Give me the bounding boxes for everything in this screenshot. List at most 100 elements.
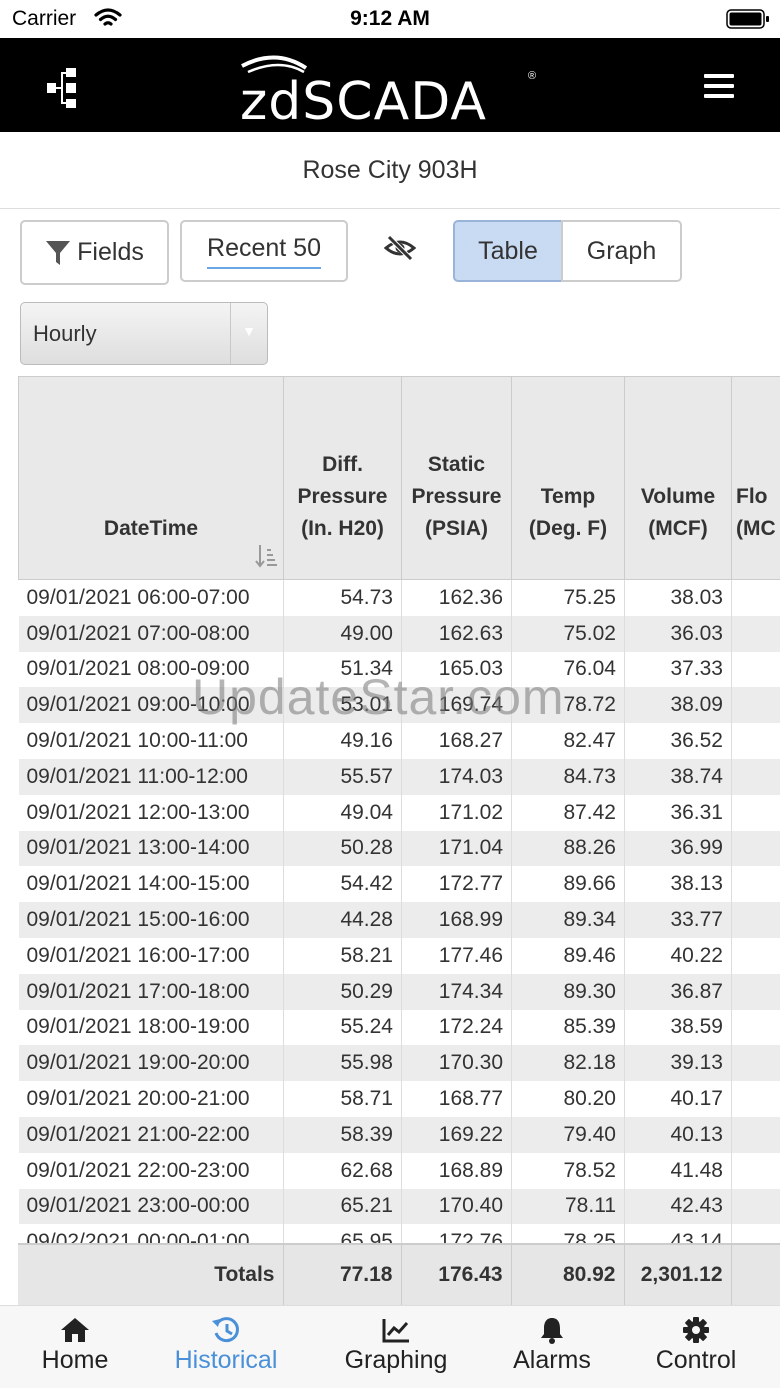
table-view-toggle[interactable]: Table (453, 220, 563, 282)
totals-label: Totals (18, 1245, 283, 1305)
table-cell: 36.99 (625, 831, 732, 867)
table-header-row: DateTime Diff. Pressure (In. H20) Static… (19, 377, 780, 580)
column-header-volume[interactable]: Volume (MCF) (625, 377, 732, 580)
table-row[interactable]: 09/01/2021 14:00-15:0054.42172.7789.6638… (19, 866, 780, 902)
clock: 9:12 AM (0, 7, 780, 31)
column-header-flow[interactable]: Flo (MC (732, 377, 780, 580)
table-view-label: Table (478, 237, 538, 266)
history-icon (211, 1316, 241, 1344)
table-cell: 58.39 (284, 1117, 402, 1153)
table-cell (732, 723, 780, 759)
table-cell: 169.22 (402, 1117, 512, 1153)
table-row[interactable]: 09/01/2021 17:00-18:0050.29174.3489.3036… (19, 974, 780, 1010)
table-cell: 65.21 (284, 1189, 402, 1225)
tab-historical[interactable]: Historical (160, 1306, 292, 1388)
table-cell (732, 580, 780, 616)
table-cell: 82.18 (512, 1045, 625, 1081)
fields-button-label: Fields (77, 238, 144, 267)
bottom-tab-bar: Home Historical Graphing Alarms (0, 1305, 780, 1388)
table-cell: 177.46 (402, 938, 512, 974)
totals-volume: 2,301.12 (624, 1245, 731, 1305)
table-cell: 36.87 (625, 974, 732, 1010)
table-row[interactable]: 09/01/2021 06:00-07:0054.73162.3675.2538… (19, 580, 780, 616)
column-header-datetime[interactable]: DateTime (19, 377, 284, 580)
column-header-diff-pressure[interactable]: Diff. Pressure (In. H20) (284, 377, 402, 580)
interval-select-value: Hourly (33, 321, 97, 347)
table-cell: 09/01/2021 17:00-18:00 (19, 974, 284, 1010)
hamburger-menu-icon[interactable] (704, 74, 734, 98)
table-cell: 50.29 (284, 974, 402, 1010)
table-cell: 85.39 (512, 1010, 625, 1046)
totals-row: Totals 77.18 176.43 80.92 2,301.12 (18, 1243, 780, 1307)
totals-static-pressure: 176.43 (401, 1245, 511, 1305)
column-header-static-pressure[interactable]: Static Pressure (PSIA) (402, 377, 512, 580)
table-row[interactable]: 09/01/2021 18:00-19:0055.24172.2485.3938… (19, 1010, 780, 1046)
bell-icon (537, 1316, 567, 1344)
table-cell: 42.43 (625, 1189, 732, 1225)
site-title: Rose City 903H (0, 132, 780, 209)
tab-home[interactable]: Home (18, 1306, 132, 1388)
table-cell (732, 1045, 780, 1081)
eye-slash-icon[interactable] (384, 234, 416, 262)
table-row[interactable]: 09/01/2021 15:00-16:0044.28168.9989.3433… (19, 902, 780, 938)
table-cell: 89.66 (512, 866, 625, 902)
table-cell: 09/01/2021 21:00-22:00 (19, 1117, 284, 1153)
column-header-temp[interactable]: Temp (Deg. F) (512, 377, 625, 580)
table-row[interactable]: 09/01/2021 07:00-08:0049.00162.6375.0236… (19, 616, 780, 652)
table-cell (732, 1153, 780, 1189)
table-cell: 33.77 (625, 902, 732, 938)
table-cell: 174.34 (402, 974, 512, 1010)
table-cell (732, 902, 780, 938)
table-row[interactable]: 09/01/2021 11:00-12:0055.57174.0384.7338… (19, 759, 780, 795)
table-cell (732, 1081, 780, 1117)
table-cell: 38.13 (625, 866, 732, 902)
table-cell: 87.42 (512, 795, 625, 831)
tab-graphing[interactable]: Graphing (330, 1306, 462, 1388)
home-icon (60, 1316, 90, 1344)
table-cell: 39.13 (625, 1045, 732, 1081)
table-cell: 09/01/2021 20:00-21:00 (19, 1081, 284, 1117)
table-cell: 58.71 (284, 1081, 402, 1117)
table-cell (732, 759, 780, 795)
recent-count-button[interactable]: Recent 50 (180, 220, 348, 282)
interval-select[interactable]: Hourly ▼ (20, 302, 268, 365)
table-cell (732, 652, 780, 688)
tab-graphing-label: Graphing (345, 1346, 448, 1374)
site-tree-icon[interactable] (44, 68, 80, 108)
filter-icon (45, 239, 71, 267)
table-cell: 162.36 (402, 580, 512, 616)
table-cell: 09/01/2021 14:00-15:00 (19, 866, 284, 902)
table-cell: 37.33 (625, 652, 732, 688)
table-cell: 09/01/2021 13:00-14:00 (19, 831, 284, 867)
tab-historical-label: Historical (175, 1346, 278, 1374)
table-row[interactable]: 09/01/2021 10:00-11:0049.16168.2782.4736… (19, 723, 780, 759)
table-cell: 09/01/2021 06:00-07:00 (19, 580, 284, 616)
table-cell: 49.00 (284, 616, 402, 652)
sort-icon[interactable] (255, 543, 277, 569)
table-row[interactable]: 09/01/2021 12:00-13:0049.04171.0287.4236… (19, 795, 780, 831)
table-cell: 09/01/2021 11:00-12:00 (19, 759, 284, 795)
history-table-container[interactable]: DateTime Diff. Pressure (In. H20) Static… (18, 376, 780, 1305)
table-cell: 80.20 (512, 1081, 625, 1117)
tab-control[interactable]: Control (640, 1306, 752, 1388)
table-row[interactable]: 09/01/2021 20:00-21:0058.71168.7780.2040… (19, 1081, 780, 1117)
graph-view-toggle[interactable]: Graph (561, 220, 682, 282)
fields-button[interactable]: Fields (20, 220, 169, 285)
table-cell: 09/01/2021 19:00-20:00 (19, 1045, 284, 1081)
tab-alarms[interactable]: Alarms (496, 1306, 608, 1388)
table-row[interactable]: 09/01/2021 16:00-17:0058.21177.4689.4640… (19, 938, 780, 974)
table-cell (732, 866, 780, 902)
table-row[interactable]: 09/01/2021 13:00-14:0050.28171.0488.2636… (19, 831, 780, 867)
table-row[interactable]: 09/01/2021 23:00-00:0065.21170.4078.1142… (19, 1189, 780, 1225)
table-row[interactable]: 09/01/2021 22:00-23:0062.68168.8978.5241… (19, 1153, 780, 1189)
table-row[interactable]: 09/01/2021 21:00-22:0058.39169.2279.4040… (19, 1117, 780, 1153)
table-cell: 36.52 (625, 723, 732, 759)
table-cell: 55.98 (284, 1045, 402, 1081)
table-row[interactable]: 09/01/2021 19:00-20:0055.98170.3082.1839… (19, 1045, 780, 1081)
table-cell: 89.30 (512, 974, 625, 1010)
table-cell: 09/01/2021 16:00-17:00 (19, 938, 284, 974)
table-cell: 78.52 (512, 1153, 625, 1189)
table-cell (732, 831, 780, 867)
totals-temp: 80.92 (511, 1245, 624, 1305)
table-cell: 49.16 (284, 723, 402, 759)
